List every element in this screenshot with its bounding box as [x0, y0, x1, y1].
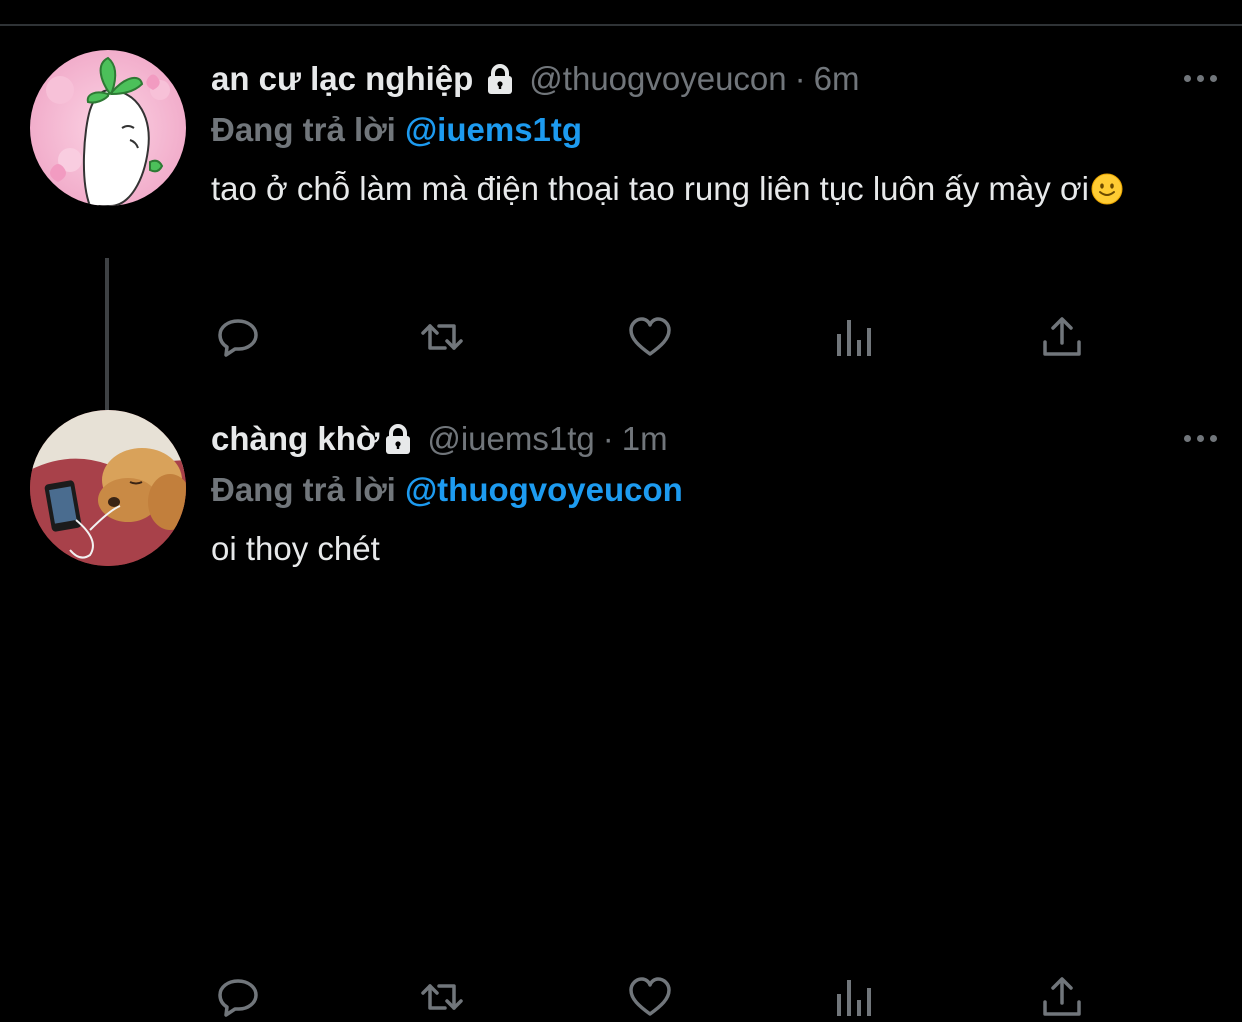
views-icon[interactable] [831, 312, 881, 362]
tweet-header: an cư lạc nghiệp @thuogvoyeucon · 6m [211, 50, 1211, 108]
avatar[interactable] [30, 410, 186, 566]
retweet-icon[interactable] [417, 312, 467, 362]
replying-prefix: Đang trả lời [211, 471, 396, 508]
tweet-actions [211, 312, 1091, 362]
display-name[interactable]: an cư lạc nghiệp [211, 60, 473, 98]
timestamp[interactable]: 6m [814, 60, 860, 98]
mention-link[interactable]: @iuems1tg [405, 111, 582, 148]
tweet-content: chàng khờ @iuems1tg · 1m Đang trả lời @t… [211, 410, 1211, 576]
tweet-text: tao ở chỗ làm mà điện thoại tao rung liê… [211, 162, 1191, 216]
separator-dot: · [794, 60, 806, 97]
replying-prefix: Đang trả lời [211, 111, 396, 148]
retweet-icon[interactable] [417, 972, 467, 1022]
separator-dot: · [602, 420, 614, 457]
tweet-actions [211, 972, 1091, 1022]
share-icon[interactable] [1037, 972, 1087, 1022]
display-name[interactable]: chàng khờ [211, 420, 379, 458]
like-icon[interactable] [625, 972, 675, 1022]
timestamp[interactable]: 1m [622, 420, 668, 458]
more-icon[interactable] [1170, 58, 1230, 98]
top-divider [0, 0, 1242, 26]
user-handle[interactable]: @iuems1tg [427, 420, 594, 458]
tweet-text-content: tao ở chỗ làm mà điện thoại tao rung liê… [211, 170, 1089, 207]
lock-icon [381, 422, 415, 456]
user-handle[interactable]: @thuogvoyeucon [529, 60, 786, 98]
tweet-header: chàng khờ @iuems1tg · 1m [211, 410, 1211, 468]
reply-icon[interactable] [213, 972, 263, 1022]
more-icon[interactable] [1170, 418, 1230, 458]
avatar[interactable] [30, 50, 186, 206]
tweet-text-content: oi thoy chét [211, 530, 380, 567]
slightly-smiling-face-emoji [1091, 167, 1123, 205]
views-icon[interactable] [831, 972, 881, 1022]
replying-to: Đang trả lời @thuogvoyeucon [211, 468, 1211, 512]
mention-link[interactable]: @thuogvoyeucon [405, 471, 683, 508]
tweet-content: an cư lạc nghiệp @thuogvoyeucon · 6m Đan… [211, 50, 1211, 216]
share-icon[interactable] [1037, 312, 1087, 362]
tweet-text: oi thoy chét [211, 522, 1191, 576]
lock-icon [483, 62, 517, 96]
like-icon[interactable] [625, 312, 675, 362]
replying-to: Đang trả lời @iuems1tg [211, 108, 1211, 152]
reply-icon[interactable] [213, 312, 263, 362]
